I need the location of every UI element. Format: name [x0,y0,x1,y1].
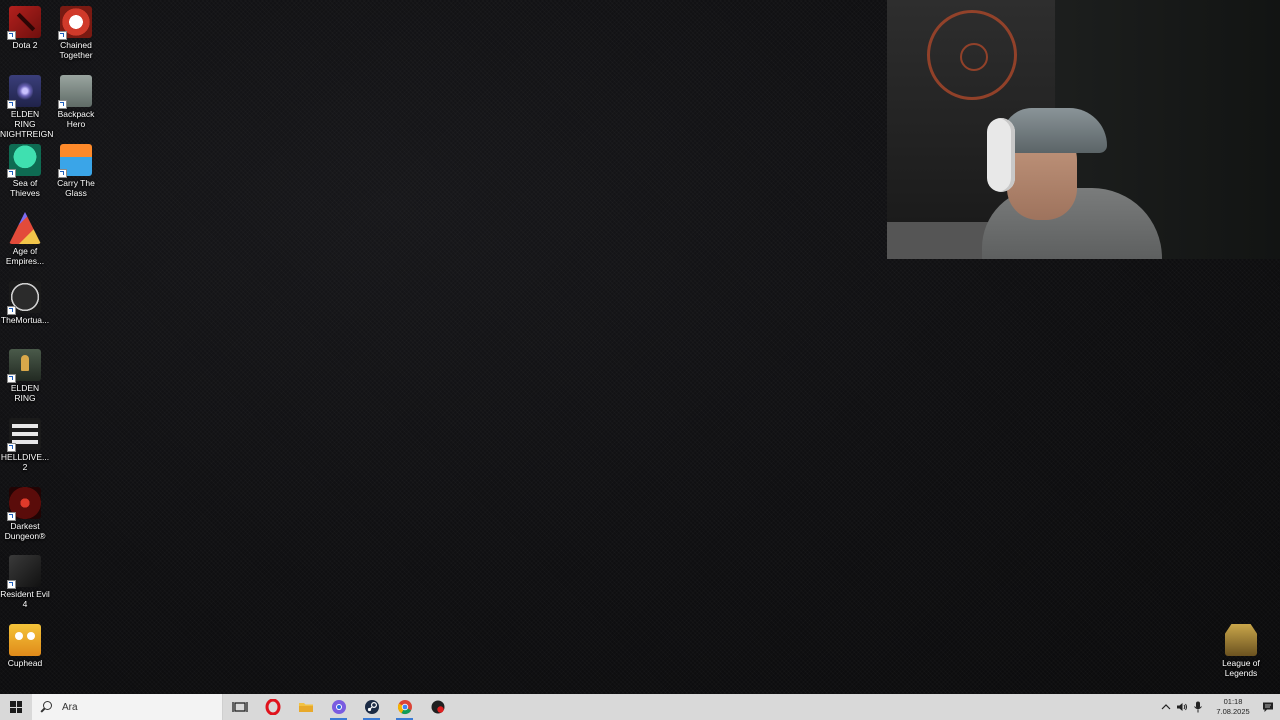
record-app-icon [431,700,444,714]
age-of-empires-icon [9,212,41,244]
search-icon [40,701,52,713]
the-mortuary-icon [7,281,41,315]
desktop-icon-sea-of-thieves[interactable]: Sea of Thieves [0,138,50,198]
steam-icon [364,700,379,714]
desktop-icon-label: ELDEN RING [10,383,40,403]
desktop-icon-elden-ring-nightreign[interactable]: ELDEN RING NIGHTREIGN [0,69,54,139]
search-placeholder: Ara [62,701,78,713]
chrome-profile-icon [331,700,346,714]
desktop-icon-backpack-hero[interactable]: Backpack Hero [51,69,101,129]
desktop-icon-carry-the-glass[interactable]: Carry The Glass [51,138,101,198]
notification-icon [1263,702,1273,712]
desktop-icon-label: Chained Together [59,40,93,60]
taskbar-clock[interactable]: 01:18 7.08.2025 [1210,697,1256,717]
elden-ring-icon [7,349,41,383]
helldivers-2-icon [7,418,41,452]
tray-microphone[interactable] [1190,694,1206,720]
tray-volume[interactable] [1174,694,1190,720]
taskbar: Ara 01:18 7.08.2025 [0,694,1280,720]
desktop-icon-label: ELDEN RING NIGHTREIGN [0,109,54,139]
taskbar-opera[interactable] [256,694,289,720]
desktop-icon-elden-ring[interactable]: ELDEN RING [0,343,50,403]
desktop-icon-resident-evil-4[interactable]: Resident Evil 4 [0,549,50,609]
start-button[interactable] [0,694,32,720]
desktop-icon-dota2[interactable]: Dota 2 [0,0,50,50]
desktop-icon-label: Carry The Glass [57,178,95,198]
task-view-icon [231,702,248,712]
taskbar-search-box[interactable]: Ara [32,694,223,720]
desktop-icon-label: HELLDIVE... 2 [0,452,50,472]
desktop-icon-label: League of Legends [1222,658,1260,678]
desktop-icon-label: TheMortua... [0,315,50,325]
desktop-icon-label: Dota 2 [12,40,38,50]
darkest-dungeon-icon [7,487,41,521]
tray-overflow[interactable] [1158,694,1174,720]
taskbar-steam[interactable] [355,694,388,720]
folder-icon [298,703,313,712]
desktop-icon-label: Sea of Thieves [10,178,40,198]
desktop-icon-label: Backpack Hero [57,109,95,129]
desktop-icon-the-mortuary[interactable]: TheMortua... [0,275,50,325]
taskbar-file-explorer[interactable] [289,694,322,720]
taskbar-chrome-profile[interactable] [322,694,355,720]
chained-together-icon [58,6,92,40]
taskbar-task-view[interactable] [223,694,256,720]
desktop-icon-label: Age of Empires... [5,246,45,266]
desktop-icon-helldivers-2[interactable]: HELLDIVE... 2 [0,412,50,472]
desktop-icon-label: Darkest Dungeon® [4,521,46,541]
desktop-icon-age-of-empires[interactable]: Age of Empires... [0,206,50,266]
desktop-icon-cuphead[interactable]: Cuphead [0,618,50,668]
desktop-icon-label: Cuphead [7,658,43,668]
desktop-icon-league-of-legends[interactable]: League of Legends [1216,618,1266,678]
speaker-icon [1177,703,1187,711]
clock-date: 7.08.2025 [1216,707,1250,716]
notification-center-button[interactable] [1260,694,1276,720]
elden-ring-nightreign-icon [7,75,41,109]
sea-of-thieves-icon [7,144,41,178]
league-of-legends-icon [1225,624,1257,656]
desktop-icon-chained-together[interactable]: Chained Together [51,0,101,60]
windows-icon [10,701,22,713]
backpack-hero-icon [58,75,92,109]
dota2-icon [7,6,41,40]
chevron-up-icon [1161,704,1171,710]
microphone-icon [1194,701,1202,713]
opera-icon [265,699,280,715]
clock-time: 01:18 [1223,697,1243,706]
taskbar-record-app[interactable] [421,694,454,720]
taskbar-chrome[interactable] [388,694,421,720]
system-tray: 01:18 7.08.2025 [1158,694,1280,720]
desktop-icon-darkest-dungeon[interactable]: Darkest Dungeon® [0,481,50,541]
desktop-background: Dota 2 ELDEN RING NIGHTREIGN Sea of Thie… [0,0,1280,694]
webcam-overlay [887,0,1280,259]
desktop-icon-label: Resident Evil 4 [0,589,50,609]
cuphead-icon [9,624,41,656]
chrome-icon [397,700,412,715]
carry-the-glass-icon [58,144,92,178]
resident-evil-4-icon [7,555,41,589]
